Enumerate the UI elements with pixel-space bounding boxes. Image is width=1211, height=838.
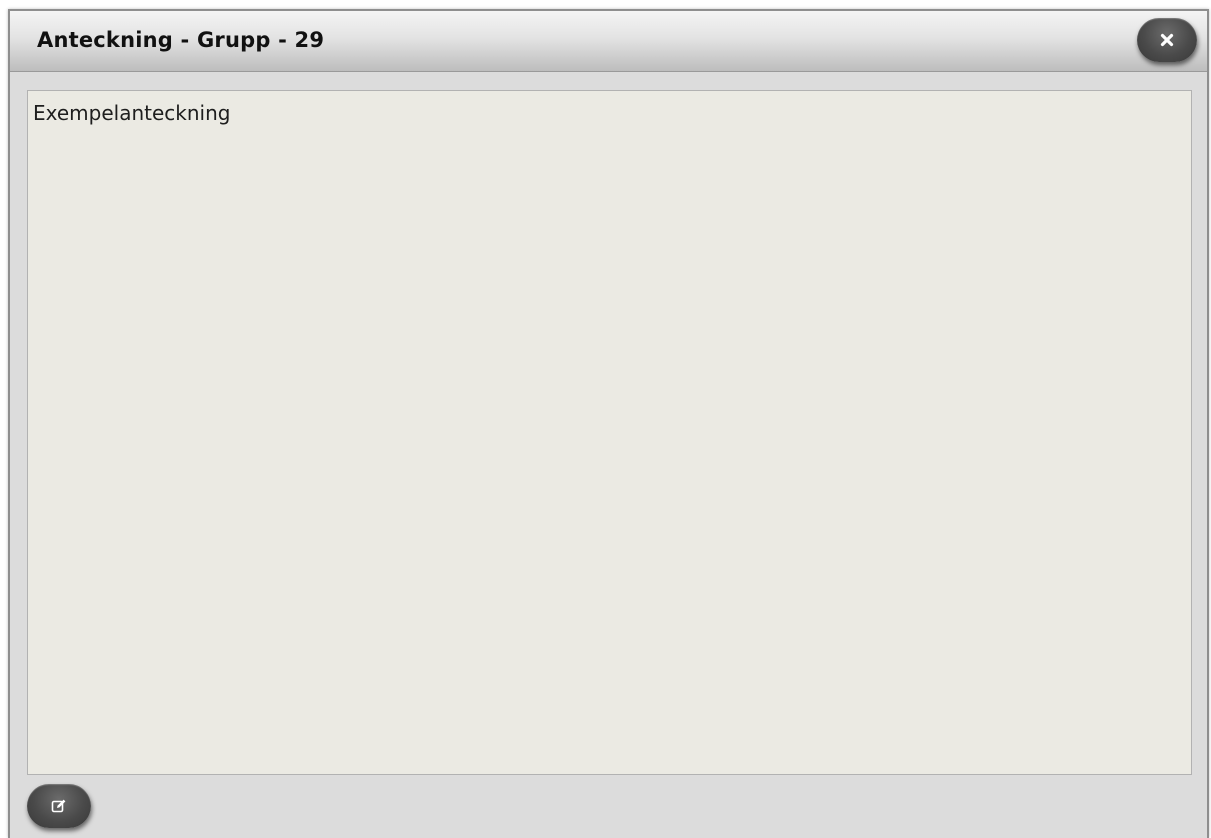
edit-note-button[interactable] bbox=[27, 784, 91, 828]
note-dialog: Anteckning - Grupp - 29 Exempelantecknin… bbox=[8, 9, 1209, 838]
close-icon bbox=[1160, 33, 1174, 47]
dialog-title: Anteckning - Grupp - 29 bbox=[37, 28, 325, 52]
note-text: Exempelanteckning bbox=[33, 101, 231, 125]
edit-icon bbox=[51, 798, 67, 814]
note-text-area: Exempelanteckning bbox=[27, 90, 1192, 775]
dialog-titlebar: Anteckning - Grupp - 29 bbox=[10, 11, 1207, 72]
close-button[interactable] bbox=[1137, 18, 1197, 62]
